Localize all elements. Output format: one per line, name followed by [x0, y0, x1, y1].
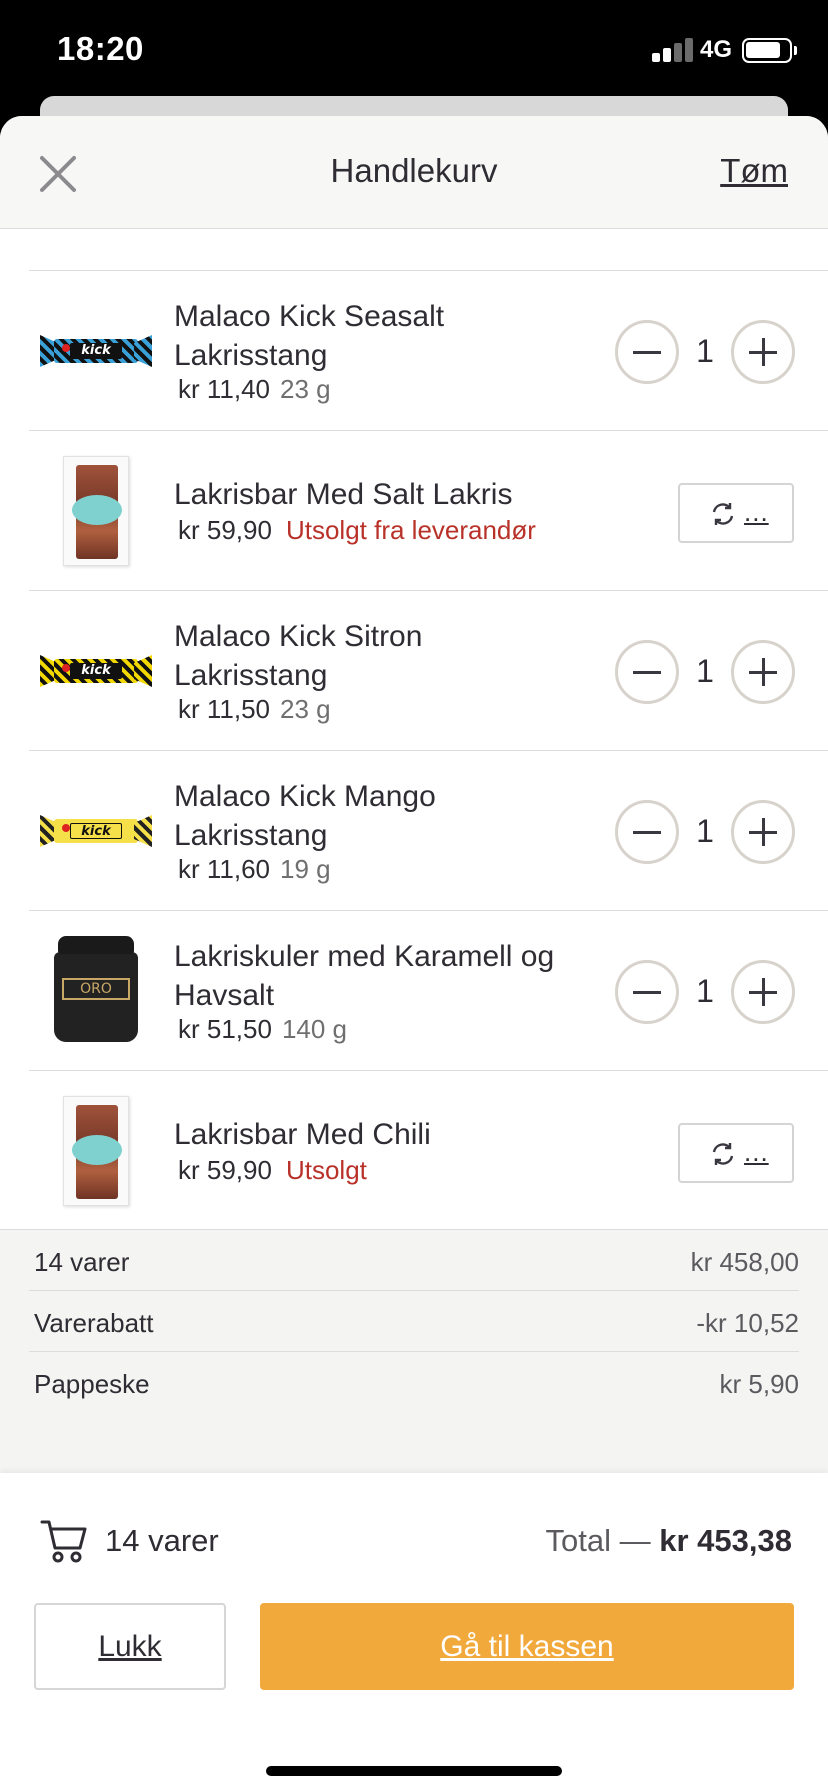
kick-logo-text: kick [70, 343, 122, 359]
product-image[interactable]: kick [35, 609, 157, 733]
summary-label: Varerabatt [34, 1308, 154, 1338]
product-weight: 23 g [280, 374, 331, 404]
quantity-stepper: 1 [615, 320, 795, 384]
product-price: kr 51,50 [178, 1014, 272, 1044]
summary-value: kr 5,90 [719, 1369, 800, 1399]
product-name[interactable]: Malaco Kick Mango Lakrisstang [174, 777, 574, 855]
status-bar: 18:20 4G [0, 0, 828, 96]
close-button[interactable]: Lukk [34, 1603, 226, 1690]
product-meta: kr 11,60 19 g [178, 854, 331, 885]
product-name[interactable]: Lakriskuler med Karamell og Havsalt [174, 937, 574, 1015]
decrease-quantity-button[interactable] [615, 960, 679, 1024]
summary-value: kr 458,00 [690, 1247, 799, 1277]
item-count: 14 varer [105, 1523, 219, 1558]
increase-quantity-button[interactable] [731, 640, 795, 704]
increase-quantity-button[interactable] [731, 960, 795, 1024]
product-weight: 23 g [280, 694, 331, 724]
kick-seasalt-candy-image: kick [40, 335, 152, 367]
signal-icon [652, 38, 694, 62]
page-title: Handlekurv [330, 152, 498, 189]
product-name[interactable]: Malaco Kick Sitron Lakrisstang [174, 617, 574, 695]
quantity-value: 1 [696, 813, 714, 849]
clear-cart-button[interactable]: Tøm [720, 152, 788, 190]
product-price: kr 11,40 [178, 374, 271, 404]
summary-row-box: Pappeske kr 5,90 [29, 1352, 799, 1413]
cart-footer: 14 varer Total — kr 453,38 Lukk Gå til k… [0, 1473, 828, 1792]
product-name[interactable]: Lakrisbar Med Chili [174, 1115, 574, 1154]
cart-sheet: Handlekurv Tøm kick Malaco Kick Seasalt … [0, 116, 828, 1792]
order-total: Total — kr 453,38 [546, 1523, 792, 1559]
product-meta: kr 11,50 23 g [178, 694, 331, 725]
cart-item: ORO Lakriskuler med Karamell og Havsalt … [29, 910, 828, 1070]
sold-out-status: Utsolgt [285, 1155, 367, 1185]
product-image[interactable]: kick [35, 289, 157, 413]
battery-icon [742, 38, 797, 63]
cart-icon [40, 1520, 87, 1563]
total-label: Total — [545, 1523, 651, 1558]
product-name[interactable]: Malaco Kick Seasalt Lakrisstang [174, 297, 574, 375]
summary-value: -kr 10,52 [696, 1308, 799, 1338]
summary-row-items: 14 varer kr 458,00 [29, 1230, 799, 1291]
increase-quantity-button[interactable] [731, 800, 795, 864]
cart-item: Lakrisbar Med Salt Lakris kr 59,90 Utsolg… [29, 430, 828, 590]
product-meta: kr 59,90 Utsolgt [178, 1155, 367, 1186]
cart-item: kick Malaco Kick Sitron Lakrisstang kr 1… [29, 590, 828, 750]
cart-header: Handlekurv Tøm [0, 116, 828, 229]
quantity-stepper: 1 [615, 800, 795, 864]
home-indicator[interactable] [266, 1766, 562, 1776]
oro-logo-text: ORO [62, 978, 130, 1000]
product-meta: kr 51,50 140 g [178, 1014, 347, 1045]
product-meta: kr 11,40 23 g [178, 374, 331, 405]
refresh-icon [712, 503, 734, 525]
decrease-quantity-button[interactable] [615, 640, 679, 704]
kick-logo-text: kick [70, 663, 122, 679]
cart-item: Lakrisbar Med Chili kr 59,90 Utsolgt ... [29, 1070, 828, 1230]
summary-label: 14 varer [34, 1247, 130, 1277]
cart-item: kick Malaco Kick Seasalt Lakrisstang kr … [29, 270, 828, 430]
kick-sitron-candy-image: kick [40, 655, 152, 687]
quantity-value: 1 [696, 333, 714, 369]
sold-out-status: Utsolgt fra leverandør [285, 515, 536, 545]
quantity-value: 1 [696, 973, 714, 1009]
order-summary: 14 varer kr 458,00 Varerabatt -kr 10,52 … [0, 1229, 828, 1473]
cart-item: kick Malaco Kick Mango Lakrisstang kr 11… [29, 750, 828, 910]
product-image[interactable] [35, 449, 157, 573]
quantity-stepper: 1 [615, 640, 795, 704]
product-image[interactable]: kick [35, 769, 157, 893]
replace-product-button[interactable]: ... [678, 483, 794, 543]
quantity-stepper: 1 [615, 960, 795, 1024]
kick-logo-text: kick [70, 823, 122, 839]
decrease-quantity-button[interactable] [615, 320, 679, 384]
product-meta: kr 59,90 Utsolgt fra leverandør [178, 515, 536, 546]
total-value: kr 453,38 [659, 1523, 792, 1558]
product-price: kr 11,50 [178, 694, 271, 724]
chocolate-bar-pack-image [63, 456, 129, 566]
chocolate-bar-pack-image [63, 1096, 129, 1206]
oro-jar-image: ORO [54, 936, 138, 1046]
cart-item-list: kick Malaco Kick Seasalt Lakrisstang kr … [29, 270, 828, 1230]
product-price: kr 59,90 [178, 515, 272, 545]
increase-quantity-button[interactable] [731, 320, 795, 384]
product-weight: 19 g [280, 854, 331, 884]
kick-mango-candy-image: kick [40, 815, 152, 847]
replace-label: ... [744, 1137, 769, 1167]
product-image[interactable]: ORO [35, 929, 157, 1053]
product-weight: 140 g [281, 1014, 348, 1044]
decrease-quantity-button[interactable] [615, 800, 679, 864]
status-time: 18:20 [57, 30, 144, 67]
product-image[interactable] [35, 1089, 157, 1213]
replace-label: ... [744, 497, 769, 527]
summary-row-discount: Varerabatt -kr 10,52 [29, 1291, 799, 1352]
replace-product-button[interactable]: ... [678, 1123, 794, 1183]
product-name[interactable]: Lakrisbar Med Salt Lakris [174, 475, 574, 514]
network-type: 4G [700, 36, 733, 63]
product-price: kr 59,90 [178, 1155, 272, 1185]
checkout-button[interactable]: Gå til kassen [260, 1603, 794, 1690]
product-price: kr 11,60 [178, 854, 271, 884]
summary-label: Pappeske [34, 1369, 150, 1399]
quantity-value: 1 [696, 653, 714, 689]
refresh-icon [712, 1143, 734, 1165]
